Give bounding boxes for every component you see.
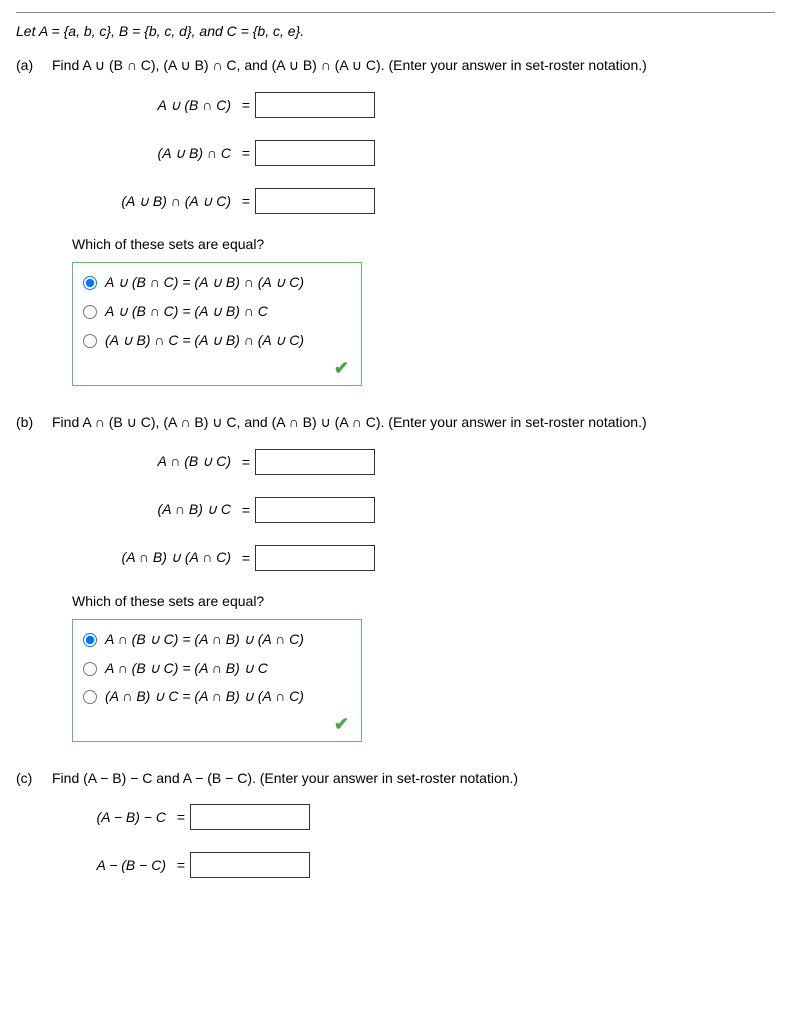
radio-group-b: A ∩ (B ∪ C) = (A ∩ B) ∪ (A ∩ C) A ∩ (B ∪… xyxy=(72,619,362,743)
eq-b1-label: A ∩ (B ∪ C) xyxy=(72,453,237,470)
answer-input-b2[interactable] xyxy=(255,497,375,523)
equals-sign: = xyxy=(172,857,190,873)
part-b: (b) Find A ∩ (B ∪ C), (A ∩ B) ∪ C, and (… xyxy=(16,414,775,743)
part-a-label: (a) xyxy=(16,57,42,73)
checkmark-icon: ✔ xyxy=(334,714,349,734)
radio-group-a: A ∪ (B ∩ C) = (A ∪ B) ∩ (A ∪ C) A ∪ (B ∩… xyxy=(72,262,362,386)
answer-input-c2[interactable] xyxy=(190,852,310,878)
part-a-prompt: Find A ∪ (B ∩ C), (A ∪ B) ∩ C, and (A ∪ … xyxy=(52,57,775,74)
problem-intro: Let A = {a, b, c}, B = {b, c, d}, and C … xyxy=(16,23,775,47)
radio-a1[interactable] xyxy=(83,276,97,290)
radio-a3[interactable] xyxy=(83,334,97,348)
equals-sign: = xyxy=(172,809,190,825)
equals-sign: = xyxy=(237,550,255,566)
radio-b1-label: A ∩ (B ∪ C) = (A ∩ B) ∪ (A ∩ C) xyxy=(105,630,304,649)
checkmark-icon: ✔ xyxy=(334,358,349,378)
equals-sign: = xyxy=(237,97,255,113)
answer-input-b1[interactable] xyxy=(255,449,375,475)
radio-b2[interactable] xyxy=(83,662,97,676)
radio-b3[interactable] xyxy=(83,690,97,704)
answer-input-a2[interactable] xyxy=(255,140,375,166)
part-c-prompt: Find (A − B) − C and A − (B − C). (Enter… xyxy=(52,770,775,786)
part-b-prompt: Find A ∩ (B ∪ C), (A ∩ B) ∪ C, and (A ∩ … xyxy=(52,414,775,431)
eq-c1-label: (A − B) − C xyxy=(52,809,172,825)
divider-top xyxy=(16,12,775,13)
eq-c2-label: A − (B − C) xyxy=(52,857,172,873)
equals-sign: = xyxy=(237,145,255,161)
radio-a1-label: A ∪ (B ∩ C) = (A ∪ B) ∩ (A ∪ C) xyxy=(105,273,304,292)
radio-b1[interactable] xyxy=(83,633,97,647)
part-b-subquestion: Which of these sets are equal? xyxy=(72,593,775,609)
radio-b2-label: A ∩ (B ∪ C) = (A ∩ B) ∪ C xyxy=(105,659,268,678)
part-c-label: (c) xyxy=(16,770,42,786)
equals-sign: = xyxy=(237,454,255,470)
eq-a1-label: A ∪ (B ∩ C) xyxy=(72,97,237,114)
answer-input-a1[interactable] xyxy=(255,92,375,118)
radio-b3-label: (A ∩ B) ∪ C = (A ∩ B) ∪ (A ∩ C) xyxy=(105,687,304,706)
equals-sign: = xyxy=(237,502,255,518)
radio-a3-label: (A ∪ B) ∩ C = (A ∪ B) ∩ (A ∪ C) xyxy=(105,331,304,350)
part-b-label: (b) xyxy=(16,414,42,430)
eq-a2-label: (A ∪ B) ∩ C xyxy=(72,145,237,162)
answer-input-a3[interactable] xyxy=(255,188,375,214)
eq-b2-label: (A ∩ B) ∪ C xyxy=(72,501,237,518)
radio-a2-label: A ∪ (B ∩ C) = (A ∪ B) ∩ C xyxy=(105,302,268,321)
equals-sign: = xyxy=(237,193,255,209)
part-c: (c) Find (A − B) − C and A − (B − C). (E… xyxy=(16,770,775,900)
answer-input-b3[interactable] xyxy=(255,545,375,571)
part-a-subquestion: Which of these sets are equal? xyxy=(72,236,775,252)
eq-b3-label: (A ∩ B) ∪ (A ∩ C) xyxy=(72,549,237,566)
radio-a2[interactable] xyxy=(83,305,97,319)
eq-a3-label: (A ∪ B) ∩ (A ∪ C) xyxy=(72,193,237,210)
answer-input-c1[interactable] xyxy=(190,804,310,830)
part-a: (a) Find A ∪ (B ∩ C), (A ∪ B) ∩ C, and (… xyxy=(16,57,775,386)
